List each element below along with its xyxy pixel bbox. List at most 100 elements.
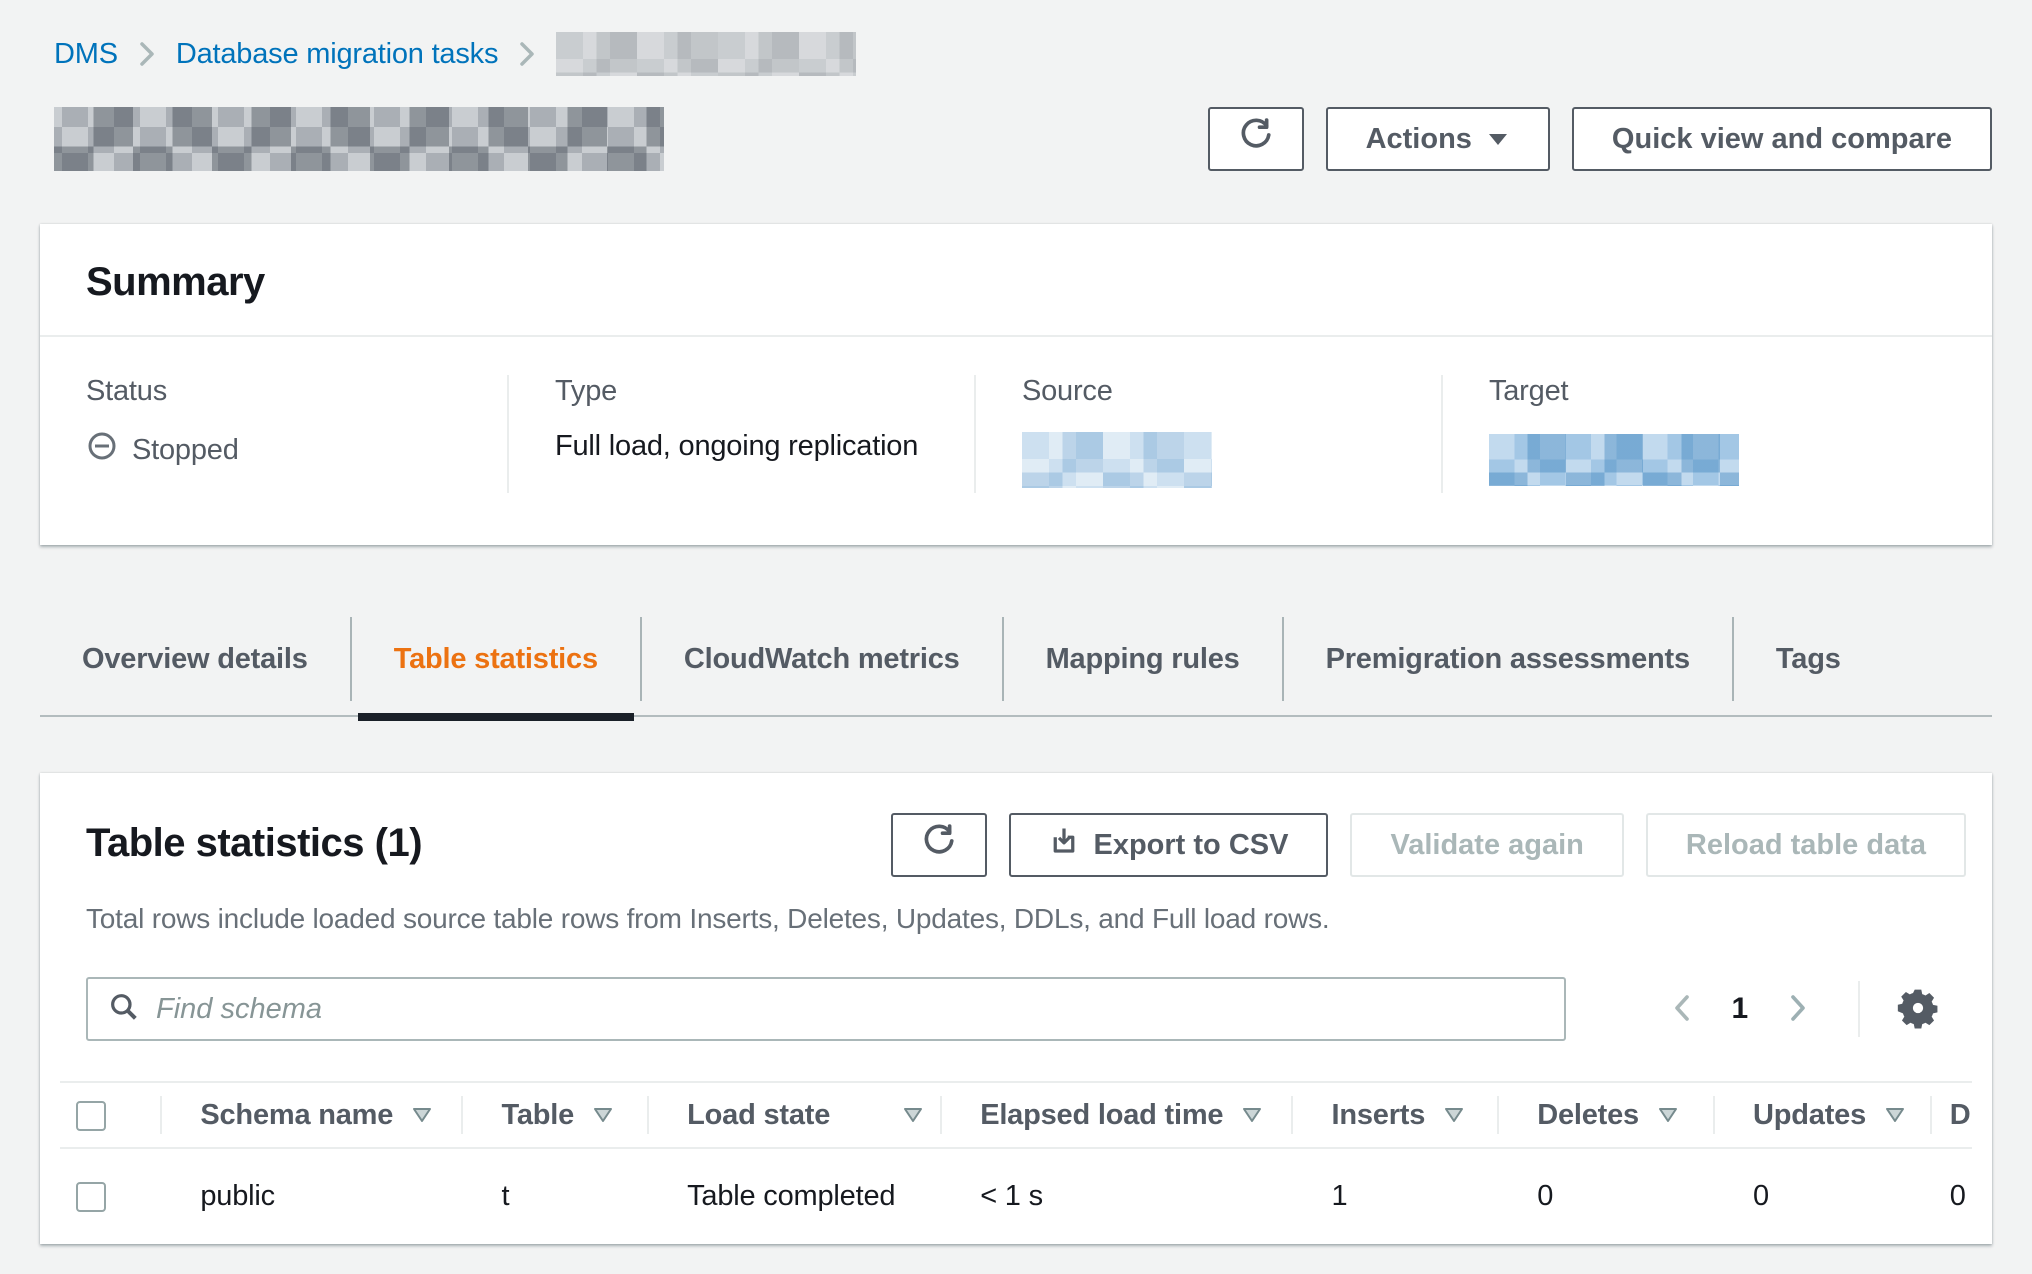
summary-card-header: Summary [40,224,1992,337]
column-label: Inserts [1331,1099,1425,1132]
find-schema-input[interactable] [156,993,1544,1026]
tab-mapping-rules[interactable]: Mapping rules [1002,617,1282,701]
reload-table-data-label: Reload table data [1686,829,1926,862]
type-value: Full load, ongoing replication [555,430,944,463]
tab-overview-details[interactable]: Overview details [40,617,350,701]
column-header-inserts[interactable]: Inserts [1291,1082,1497,1148]
type-label: Type [555,375,944,408]
sort-icon [1443,1106,1465,1124]
table-refresh-button[interactable] [891,813,987,877]
actions-button-label: Actions [1366,123,1472,156]
quick-view-compare-button[interactable]: Quick view and compare [1572,107,1992,171]
tab-label: Premigration assessments [1326,643,1690,676]
tab-table-statistics[interactable]: Table statistics [350,617,640,701]
table-statistics-card: Table statistics (1) Export to CSV Valid… [40,773,1992,1244]
cell-elapsed-load-time: < 1 s [940,1148,1291,1244]
column-header-deletes[interactable]: Deletes [1497,1082,1713,1148]
table-statistics-header: Table statistics (1) Export to CSV Valid… [40,773,1992,877]
column-header-schema-name[interactable]: Schema name [160,1082,461,1148]
page-title-redacted [54,107,664,171]
caret-down-icon [1486,123,1510,156]
column-label: Elapsed load time [980,1099,1223,1132]
title-row: Actions Quick view and compare [40,104,1992,174]
breadcrumb-current-redacted [556,32,856,76]
table-statistics-description: Total rows include loaded source table r… [40,877,1992,935]
summary-col-target: Target [1441,375,1992,493]
table-statistics-title: Table statistics (1) [86,813,422,866]
column-header-ddls-clipped[interactable]: D [1930,1082,1972,1148]
column-header-table[interactable]: Table [461,1082,647,1148]
quick-view-compare-label: Quick view and compare [1612,123,1952,156]
tab-label: CloudWatch metrics [684,643,960,676]
summary-card: Summary Status Stopped Type Full load, o… [40,224,1992,545]
cell-load-state: Table completed [647,1148,940,1244]
table-header-row: Schema name Table Load state Elapsed loa… [60,1082,1972,1148]
column-header-load-state[interactable]: Load state [647,1082,940,1148]
validate-again-label: Validate again [1390,829,1583,862]
summary-col-type: Type Full load, ongoing replication [507,375,974,493]
sort-icon [902,1106,924,1124]
tab-bar: Overview details Table statistics CloudW… [40,617,1992,717]
filter-row: 1 [40,935,1992,1041]
cell-table: t [461,1148,647,1244]
source-endpoint-link-redacted[interactable] [1022,432,1212,488]
column-label: Schema name [200,1099,393,1132]
reload-table-data-button[interactable]: Reload table data [1646,813,1966,877]
status-text: Stopped [132,434,239,467]
cell-schema-name: public [160,1148,461,1244]
column-label: Updates [1753,1099,1866,1132]
previous-page-button[interactable] [1658,981,1706,1038]
export-to-csv-button[interactable]: Export to CSV [1009,813,1328,877]
breadcrumb-link-dms[interactable]: DMS [54,38,118,71]
source-label: Source [1022,375,1411,408]
table-preferences-button[interactable] [1890,980,1946,1039]
breadcrumb: DMS Database migration tasks [40,30,1992,78]
chevron-right-icon [516,39,538,69]
title-actions: Actions Quick view and compare [1208,107,1992,171]
gear-icon [1896,986,1940,1033]
target-endpoint-link-redacted[interactable] [1489,434,1739,486]
tab-label: Mapping rules [1046,643,1240,676]
refresh-icon [922,824,956,866]
next-page-button[interactable] [1774,981,1822,1038]
chevron-left-icon [1668,991,1696,1028]
tab-label: Table statistics [394,643,598,676]
export-to-csv-label: Export to CSV [1093,829,1288,862]
sort-icon [1657,1106,1679,1124]
tab-tags[interactable]: Tags [1732,617,1883,701]
sort-icon [1241,1106,1263,1124]
refresh-button[interactable] [1208,107,1304,171]
cell-updates: 0 [1713,1148,1930,1244]
summary-grid: Status Stopped Type Full load, ongoing r… [40,337,1992,545]
tab-cloudwatch-metrics[interactable]: CloudWatch metrics [640,617,1002,701]
column-label: Load state [687,1099,830,1132]
validate-again-button[interactable]: Validate again [1350,813,1623,877]
cell-ddls-clipped: 0 [1930,1148,1972,1244]
tab-premigration-assessments[interactable]: Premigration assessments [1282,617,1732,701]
stopped-status-icon [86,430,118,470]
table-statistics-table: Schema name Table Load state Elapsed loa… [60,1081,1972,1244]
actions-button[interactable]: Actions [1326,107,1550,171]
column-label: D [1950,1099,1971,1132]
schema-search-box [86,977,1566,1041]
refresh-icon [1239,118,1273,160]
row-checkbox[interactable] [76,1182,106,1212]
cell-deletes: 0 [1497,1148,1713,1244]
tab-label: Tags [1776,643,1841,676]
column-label: Deletes [1537,1099,1639,1132]
pagination: 1 [1658,980,1967,1039]
chevron-right-icon [1784,991,1812,1028]
pagination-divider [1858,981,1860,1037]
column-header-elapsed-load-time[interactable]: Elapsed load time [940,1082,1291,1148]
summary-title: Summary [86,260,1946,305]
breadcrumb-link-tasks[interactable]: Database migration tasks [176,38,498,71]
table-statistics-buttons: Export to CSV Validate again Reload tabl… [891,813,1966,877]
tab-label: Overview details [82,643,308,676]
dms-task-page: DMS Database migration tasks Actions [0,0,2032,1244]
cell-inserts: 1 [1291,1148,1497,1244]
column-header-updates[interactable]: Updates [1713,1082,1930,1148]
table-row: public t Table completed < 1 s 1 0 0 0 [60,1148,1972,1244]
select-all-checkbox[interactable] [76,1101,106,1131]
sort-icon [592,1106,614,1124]
summary-col-source: Source [974,375,1441,493]
